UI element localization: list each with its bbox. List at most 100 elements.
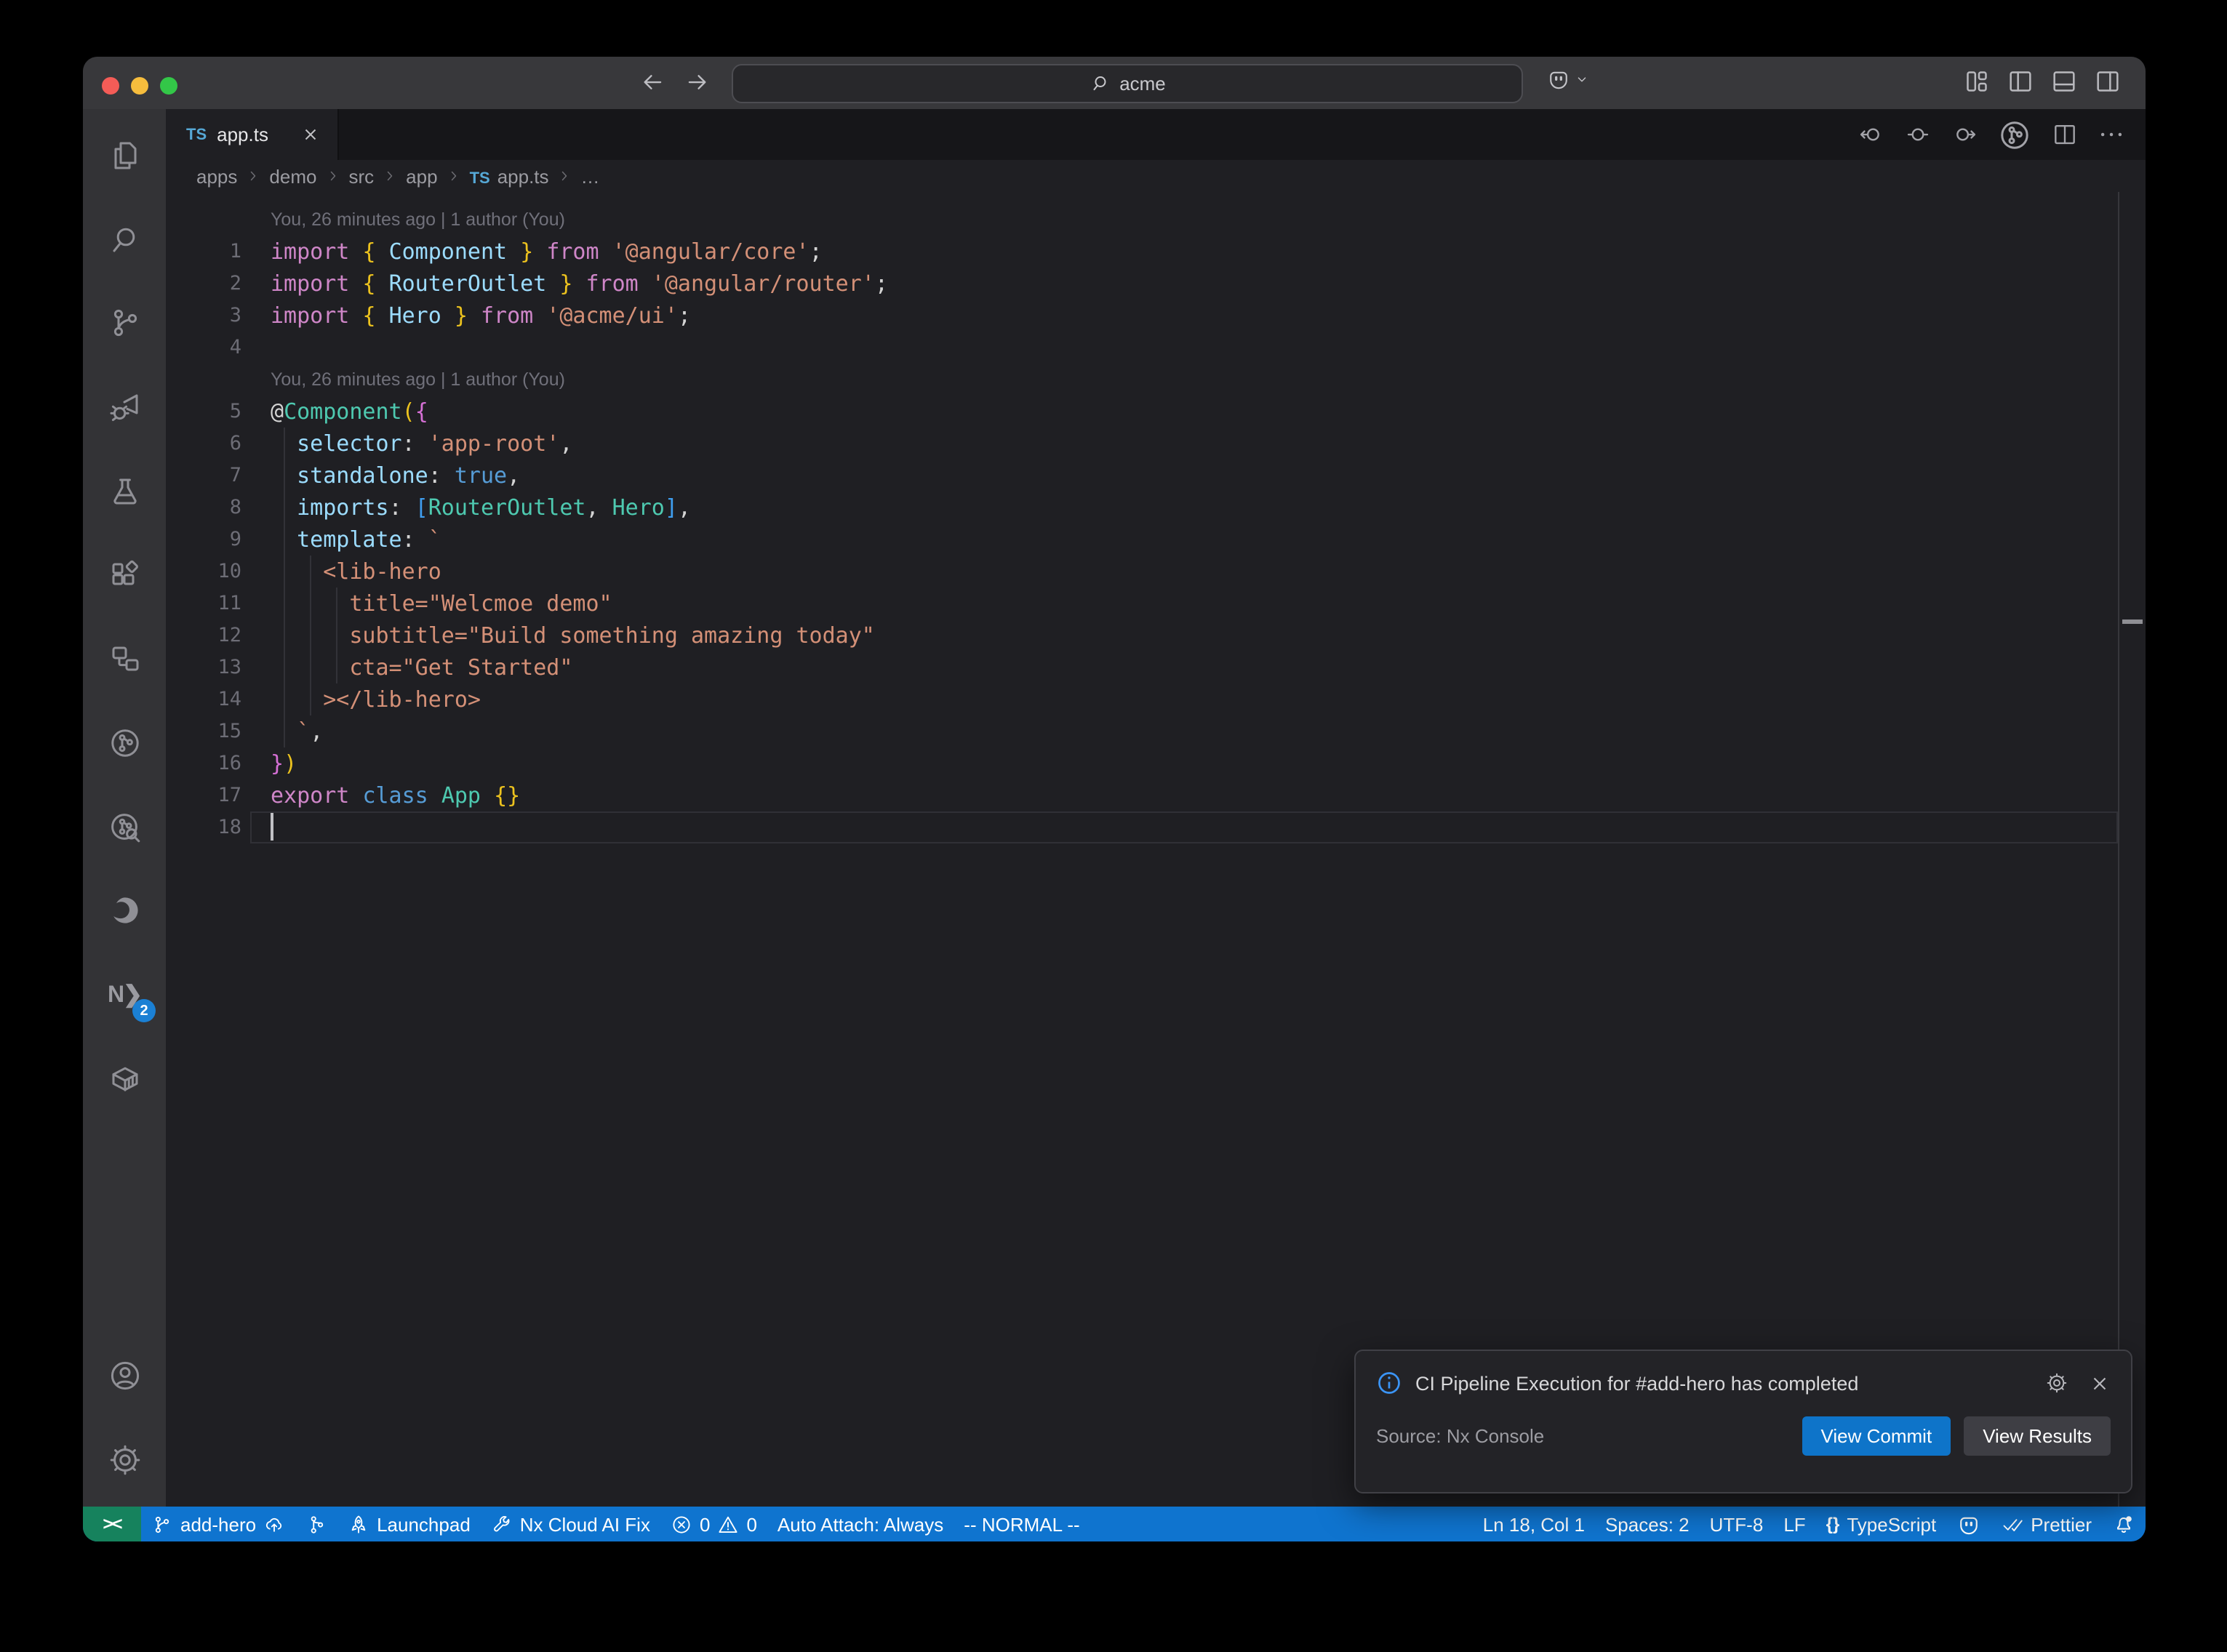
account-icon <box>107 1358 142 1393</box>
status-problems[interactable]: 00 <box>660 1507 767 1541</box>
activity-search[interactable] <box>83 206 166 273</box>
status-indentation[interactable]: Spaces: 2 <box>1595 1507 1700 1541</box>
vscode-window: acme N❯2 TS app.ts <box>83 57 2146 1541</box>
typescript-file-icon: TS <box>186 126 207 143</box>
line-number: 11 <box>166 588 241 620</box>
editor-group: TS app.ts appsdemosrcappTSapp.ts… <box>166 109 2146 1507</box>
activity-explorer[interactable] <box>83 122 166 189</box>
info-icon <box>1376 1370 1402 1396</box>
activity-bar: N❯2 <box>83 109 166 1507</box>
status-remote-indicator[interactable]: >< <box>83 1507 141 1541</box>
activity-extensions[interactable] <box>83 542 166 609</box>
editor-actions <box>1858 109 2125 160</box>
breadcrumb-item[interactable]: app <box>406 165 437 187</box>
status-launchpad[interactable]: Launchpad <box>337 1507 481 1541</box>
line-number: 17 <box>166 779 241 811</box>
git-branch-icon <box>151 1513 173 1535</box>
toggle-primary-sidebar-icon[interactable] <box>2006 67 2035 96</box>
notification-source: Source: Nx Console <box>1376 1425 1802 1447</box>
status-branch[interactable]: add-hero <box>141 1507 295 1541</box>
breadcrumb-item[interactable]: TSapp.ts <box>470 165 549 187</box>
status-language-mode[interactable]: {}TypeScript <box>1816 1507 1947 1541</box>
breadcrumb-item[interactable]: apps <box>196 165 237 187</box>
layout-controls <box>1962 67 2122 96</box>
close-window-button[interactable] <box>102 77 119 95</box>
history-forward-icon[interactable] <box>684 68 711 96</box>
activity-run-and-debug[interactable] <box>83 374 166 441</box>
notification-settings-icon[interactable] <box>2045 1371 2068 1395</box>
line-number: 3 <box>166 300 241 332</box>
tab-bar: TS app.ts <box>166 109 2146 160</box>
workbench: N❯2 TS app.ts appsdemosrcappTSapp.ts… <box>83 109 2146 1507</box>
view-results-button[interactable]: View Results <box>1964 1416 2111 1456</box>
nx-graph-action-icon[interactable] <box>1997 117 2032 152</box>
nx-graph-search-icon <box>107 809 142 844</box>
search-text: acme <box>1119 73 1166 95</box>
warning-icon <box>717 1513 739 1535</box>
breadcrumb-separator-icon <box>556 167 574 185</box>
status-auto-attach[interactable]: Auto Attach: Always <box>767 1507 953 1541</box>
container-icon <box>107 1061 142 1096</box>
files-icon <box>107 138 142 173</box>
overview-ruler[interactable] <box>2118 192 2146 1507</box>
line-number: 12 <box>166 620 241 651</box>
status-nx-cloud-ai-fix[interactable]: Nx Cloud AI Fix <box>481 1507 660 1541</box>
status-formatter[interactable]: Prettier <box>1991 1507 2102 1541</box>
activity-containers[interactable] <box>83 1045 166 1112</box>
activity-custom-views[interactable] <box>83 625 166 692</box>
debug-icon <box>107 390 142 425</box>
view-commit-button[interactable]: View Commit <box>1802 1416 1951 1456</box>
line-number: 7 <box>166 460 241 492</box>
rocket-icon <box>348 1513 369 1535</box>
copilot-icon <box>1546 67 1571 92</box>
remote-icon: >< <box>103 1514 121 1534</box>
close-tab-icon[interactable] <box>302 125 321 144</box>
status-cursor-position[interactable]: Ln 18, Col 1 <box>1473 1507 1595 1541</box>
breadcrumb-item[interactable]: demo <box>269 165 316 187</box>
status-eol[interactable]: LF <box>1773 1507 1815 1541</box>
line-number: 13 <box>166 651 241 683</box>
copilot-menu[interactable] <box>1546 67 1590 92</box>
breadcrumb-item[interactable]: src <box>348 165 374 187</box>
activity-nx-console[interactable]: N❯2 <box>83 961 166 1028</box>
activity-console-swirl[interactable] <box>83 878 166 945</box>
status-notifications-bell[interactable] <box>2102 1507 2146 1541</box>
split-editor-icon[interactable] <box>2051 121 2079 148</box>
minimize-window-button[interactable] <box>131 77 148 95</box>
next-change-icon[interactable] <box>1951 121 1978 148</box>
titlebar: acme <box>83 57 2146 109</box>
zoom-window-button[interactable] <box>160 77 177 95</box>
line-number: 5 <box>166 396 241 428</box>
tab-app-ts[interactable]: TS app.ts <box>166 109 340 160</box>
previous-change-icon[interactable] <box>1858 121 1885 148</box>
code-editor[interactable]: You, 26 minutes ago | 1 author (You)1imp… <box>166 192 2146 1507</box>
activity-source-control[interactable] <box>83 290 166 357</box>
line-number: 18 <box>166 811 241 843</box>
source-control-icon <box>107 306 142 341</box>
line-number: 16 <box>166 747 241 779</box>
customize-layout-icon[interactable] <box>1962 67 1991 96</box>
change-indicator-icon[interactable] <box>1904 121 1932 148</box>
breadcrumb-separator-icon <box>445 167 463 185</box>
typescript-file-icon: TS <box>470 169 490 187</box>
notification-close-icon[interactable] <box>2089 1371 2111 1395</box>
status-scm-graph[interactable] <box>295 1507 337 1541</box>
breadcrumb-item[interactable]: … <box>581 165 600 187</box>
activity-nx-graph-focus[interactable] <box>83 793 166 860</box>
activity-manage-settings[interactable] <box>83 1427 166 1493</box>
more-actions-icon[interactable] <box>2098 121 2125 148</box>
activity-testing[interactable] <box>83 458 166 525</box>
line-number: 14 <box>166 683 241 715</box>
tab-label: app.ts <box>217 124 268 145</box>
status-vim-mode[interactable]: -- NORMAL -- <box>953 1507 1089 1541</box>
toggle-panel-icon[interactable] <box>2050 67 2079 96</box>
nx-graph-icon <box>107 726 142 761</box>
command-center-search[interactable]: acme <box>732 64 1523 103</box>
toggle-secondary-sidebar-icon[interactable] <box>2093 67 2122 96</box>
history-back-icon[interactable] <box>639 68 666 96</box>
activity-nx-project-graph[interactable] <box>83 710 166 777</box>
status-encoding[interactable]: UTF-8 <box>1700 1507 1774 1541</box>
line-number: 15 <box>166 715 241 747</box>
activity-accounts[interactable] <box>83 1342 166 1409</box>
status-copilot-status[interactable] <box>1946 1507 1991 1541</box>
